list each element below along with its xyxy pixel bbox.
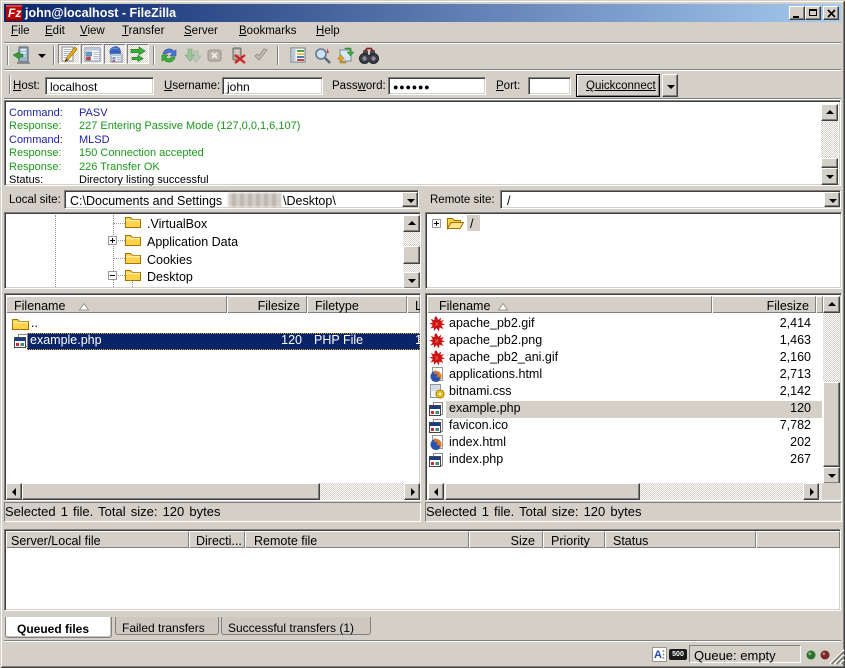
svg-text:Fz: Fz xyxy=(8,6,21,20)
svg-text:A: A xyxy=(654,649,662,661)
